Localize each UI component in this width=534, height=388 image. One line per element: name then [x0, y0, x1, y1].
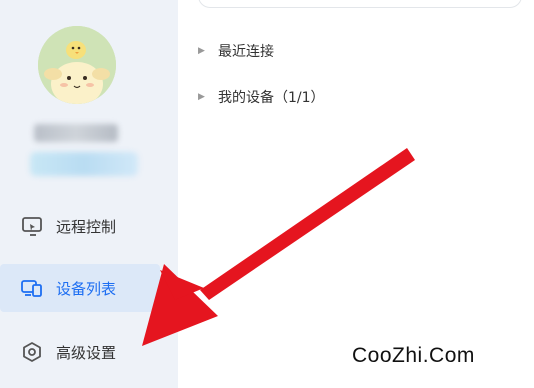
avatar[interactable]	[38, 26, 116, 104]
search-input[interactable]	[198, 0, 522, 8]
sidebar-item-label: 设备列表	[56, 279, 117, 298]
username-blurred	[34, 124, 118, 142]
watermark: CooZhi.Com	[352, 344, 475, 367]
sidebar: 远程控制 设备列表 高级设置	[0, 0, 178, 388]
remote-control-icon	[20, 214, 44, 238]
sidebar-item-label: 高级设置	[56, 343, 117, 362]
tree-item-recent[interactable]: ▶ 最近连接	[198, 40, 274, 62]
sidebar-item-advanced-settings[interactable]: 高级设置	[0, 328, 160, 376]
caret-right-icon: ▶	[198, 92, 205, 102]
sidebar-item-remote-control[interactable]: 远程控制	[0, 202, 160, 250]
avatar-image	[38, 26, 116, 104]
sidebar-item-label: 远程控制	[56, 217, 117, 236]
main-panel: ▶ 最近连接 ▶ 我的设备（1/1）	[178, 0, 534, 388]
sidebar-item-device-list[interactable]: 设备列表	[0, 264, 160, 312]
tree-item-label: 最近连接	[218, 44, 274, 60]
device-list-icon	[20, 276, 44, 300]
caret-right-icon: ▶	[198, 46, 205, 56]
settings-icon	[20, 340, 44, 364]
tree-item-label: 我的设备（1/1）	[218, 90, 325, 106]
user-tag-blurred	[30, 152, 138, 176]
tree-item-my-devices[interactable]: ▶ 我的设备（1/1）	[198, 86, 325, 108]
